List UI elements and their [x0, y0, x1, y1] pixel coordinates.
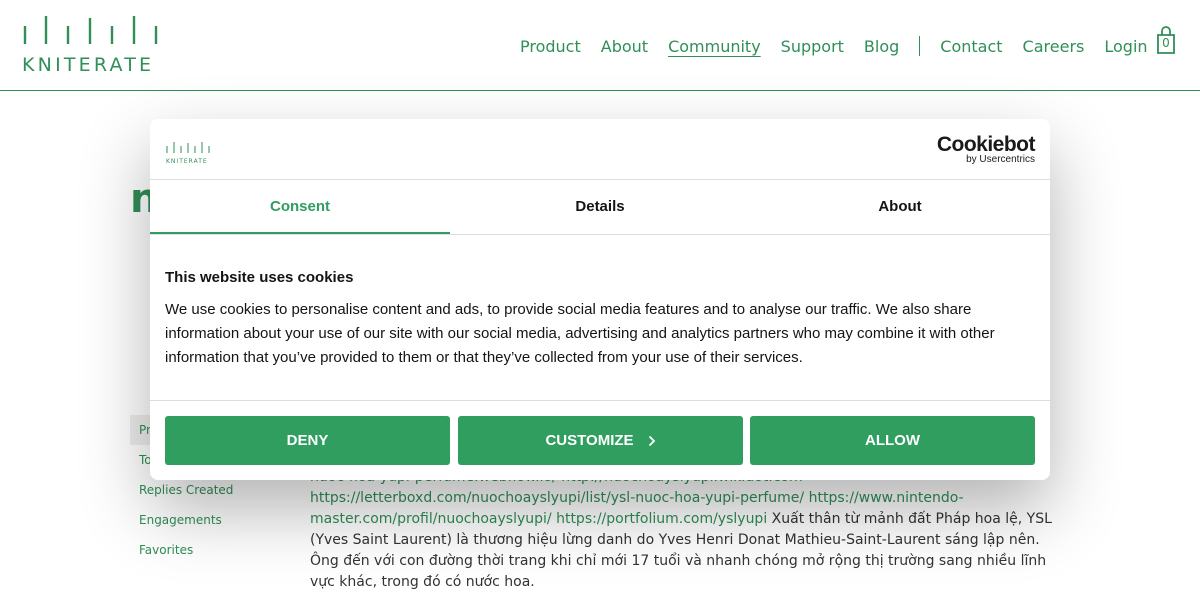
- dialog-divider: [150, 400, 1050, 401]
- nav-blog[interactable]: Blog: [864, 37, 899, 56]
- deny-label: DENY: [286, 432, 329, 449]
- dialog-heading: This website uses cookies: [165, 269, 354, 286]
- nav-about[interactable]: About: [601, 37, 648, 56]
- side-item-favorites[interactable]: Favorites: [130, 535, 300, 565]
- cookiebot-brand[interactable]: Cookiebot by Usercentrics: [937, 133, 1036, 165]
- site-header: KNITERATE Product About Community Suppor…: [0, 0, 1200, 91]
- tab-consent[interactable]: Consent: [150, 180, 450, 234]
- nav-contact[interactable]: Contact: [940, 37, 1002, 56]
- dialog-body-text: We use cookies to personalise content an…: [165, 301, 995, 366]
- allow-label: ALLOW: [865, 432, 920, 449]
- nav-separator: [919, 36, 921, 56]
- customize-label: CUSTOMIZE: [545, 432, 634, 449]
- bio-link[interactable]: https://letterboxd.com/nuochoayslyupi/li…: [310, 490, 804, 506]
- nav-login[interactable]: Login: [1104, 37, 1147, 56]
- dialog-logo-text: KNITERATE: [166, 158, 208, 165]
- cookie-consent-dialog: KNITERATE Cookiebot by Usercentrics Cons…: [150, 119, 1050, 480]
- logo-text: KNITERATE: [22, 54, 155, 76]
- logo-bars-icon: [166, 142, 210, 153]
- tab-details[interactable]: Details: [450, 180, 750, 234]
- main-nav: Product About Community Support Blog Con…: [520, 34, 1148, 58]
- allow-button[interactable]: ALLOW: [750, 416, 1035, 465]
- bio-link[interactable]: https://portfolium.com/yslyupi: [556, 511, 767, 527]
- deny-button[interactable]: DENY: [165, 416, 450, 465]
- nav-product[interactable]: Product: [520, 37, 581, 56]
- kniterate-logo[interactable]: KNITERATE: [22, 14, 166, 76]
- tab-about[interactable]: About: [750, 180, 1050, 234]
- side-item-engagements[interactable]: Engagements: [130, 505, 300, 535]
- logo-bars-icon: [23, 16, 158, 44]
- cart-count: 0: [1162, 36, 1170, 50]
- nav-careers[interactable]: Careers: [1023, 37, 1085, 56]
- nav-community[interactable]: Community: [668, 37, 761, 56]
- customize-button[interactable]: CUSTOMIZE: [458, 416, 743, 465]
- nav-support[interactable]: Support: [781, 37, 844, 56]
- chevron-right-icon: [648, 435, 655, 446]
- dialog-logo: KNITERATE: [166, 138, 212, 165]
- dialog-tabs: Consent Details About: [150, 179, 1050, 235]
- cart-button[interactable]: 0: [1155, 26, 1179, 56]
